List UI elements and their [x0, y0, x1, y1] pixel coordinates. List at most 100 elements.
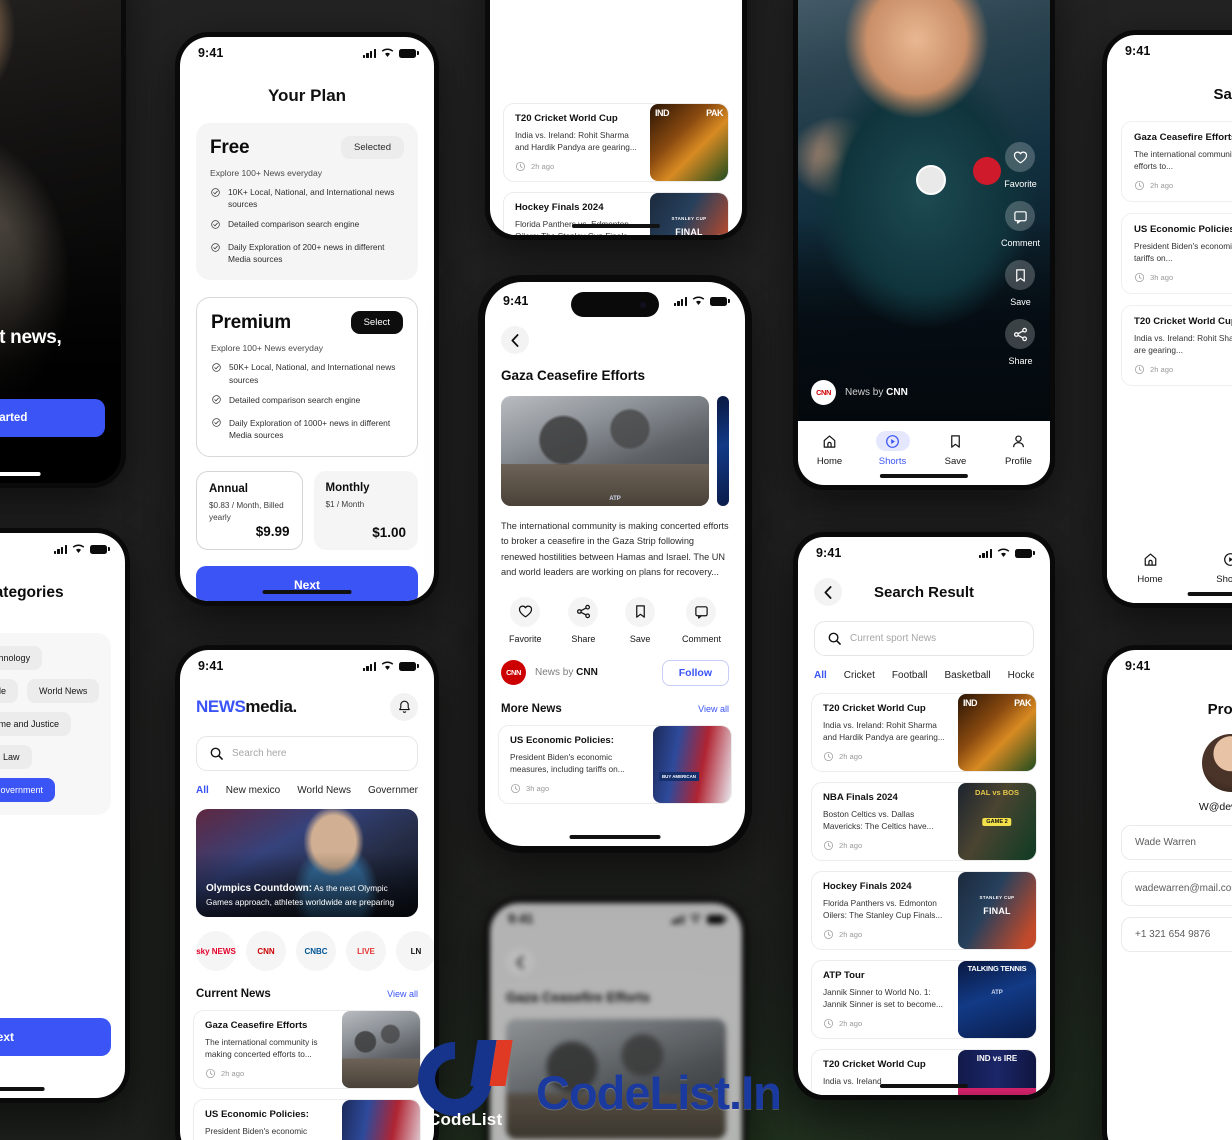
shorts-action-share[interactable]: Share: [1001, 319, 1040, 366]
check-circle-icon: [211, 417, 222, 431]
saved-item[interactable]: T20 Cricket World Cup India vs. Ireland: …: [1121, 304, 1232, 386]
signal-bars-icon: [362, 661, 376, 671]
status-bar: 9:41: [798, 537, 1050, 562]
tab-shorts[interactable]: Shorts: [1213, 549, 1232, 585]
tab-save[interactable]: Save: [939, 431, 973, 467]
news-item[interactable]: Gaza Ceasefire Efforts The international …: [193, 1010, 421, 1089]
plan-card-header: Premium Select: [211, 311, 403, 335]
get-started-button[interactable]: Get started: [0, 399, 105, 437]
article-action-favorite[interactable]: Favorite: [509, 596, 542, 644]
follow-button[interactable]: Follow: [661, 659, 729, 686]
news-item[interactable]: US Economic Policies: President Biden's e…: [193, 1098, 421, 1140]
saved-item[interactable]: Gaza Ceasefire Efforts The international …: [1121, 121, 1232, 202]
saved-item[interactable]: US Economic Policies: President Biden's e…: [1121, 212, 1232, 294]
article-action-save[interactable]: Save: [625, 596, 656, 644]
action-icon-circle: [686, 596, 717, 627]
more-news-view-all[interactable]: View all: [698, 704, 729, 714]
search-filter[interactable]: Cricket: [844, 670, 875, 681]
home-filter[interactable]: Government: [368, 785, 418, 796]
status-time: 9:41: [1125, 659, 1151, 673]
search-input[interactable]: [232, 748, 404, 759]
search-box[interactable]: [196, 736, 418, 771]
news-list-screen: T20 Cricket World Cup India vs. Ireland: …: [490, 0, 742, 235]
profile-field-email[interactable]: wadewarren@mail.com: [1121, 871, 1232, 906]
plan-select-button[interactable]: Select: [350, 311, 403, 335]
news-item[interactable]: T20 Cricket World Cup India vs. Ireland: …: [811, 693, 1037, 772]
home-filter[interactable]: All: [196, 785, 209, 796]
shorts-action-rail: Favorite Comment Save Share: [1001, 142, 1040, 366]
shorts-action-save[interactable]: Save: [1001, 260, 1040, 307]
news-item-title: ATP Tour: [823, 969, 865, 981]
search-filter[interactable]: Basketball: [944, 670, 990, 681]
status-icons: [362, 661, 419, 671]
status-time: 9:41: [198, 659, 224, 673]
tab-shorts[interactable]: Shorts: [875, 431, 910, 467]
news-item[interactable]: Hockey Finals 2024Florida Panthers vs. E…: [811, 870, 1037, 950]
article-action-comment[interactable]: Comment: [682, 596, 721, 644]
article-title: Gaza Ceasefire Efforts: [506, 990, 651, 1005]
category-chip[interactable]: Technology: [0, 646, 43, 670]
tab-profile[interactable]: Profile: [1002, 431, 1036, 467]
shorts-screen: Favorite Comment Save Share CNN News by CNN…: [798, 0, 1050, 485]
category-chip[interactable]: Crime and Justice: [0, 712, 72, 736]
plan-next-button[interactable]: Next: [196, 565, 418, 601]
featured-story-card[interactable]: Olympics Countdown: As the next Olympic …: [196, 809, 418, 917]
search-input[interactable]: [850, 633, 1020, 644]
news-item[interactable]: ATP Tour Jannik Sinner to World No. 1: Ja…: [811, 959, 1037, 1039]
source-logo[interactable]: sky NEWS: [196, 931, 236, 971]
source-logo[interactable]: LIVE: [346, 931, 386, 971]
news-item[interactable]: T20 Cricket World CupIndia vs. Ireland2h…: [811, 1048, 1037, 1095]
source-logo[interactable]: CNBC: [296, 931, 336, 971]
search-filter[interactable]: All: [814, 670, 827, 681]
shorts-action-comment[interactable]: Comment: [1001, 201, 1040, 248]
profile-screen: 9:41 Profile W@dewarren Wade Warren wadew…: [1107, 650, 1232, 1140]
plan-card[interactable]: Free Selected Explore 100+ News everyday 10…: [196, 123, 418, 281]
shorts-video[interactable]: Favorite Comment Save Share CNN News by CNN: [798, 0, 1050, 421]
plan-select-button[interactable]: Selected: [341, 136, 404, 159]
tab-home[interactable]: Home: [1133, 549, 1167, 585]
news-item[interactable]: US Economic Policies: President Biden's e…: [498, 724, 732, 804]
news-item-desc: Boston Celtics vs. Dallas Mavericks: The…: [823, 808, 934, 832]
category-chip[interactable]: Lifestyle: [0, 679, 19, 703]
price-option[interactable]: Monthly $1 / Month $1.00: [313, 470, 418, 550]
price-option[interactable]: Annual $0.83 / Month, Billed yearly $9.99: [196, 470, 303, 550]
avatar[interactable]: [1202, 734, 1232, 792]
category-chip[interactable]: Government: [0, 778, 56, 802]
category-chip[interactable]: World News: [27, 679, 100, 703]
source-logo[interactable]: CNN: [246, 931, 286, 971]
profile-field-phone[interactable]: +1 321 654 9876: [1121, 917, 1232, 952]
search-box[interactable]: [814, 621, 1034, 656]
home-filter[interactable]: World News: [297, 785, 351, 796]
profile-field-full-name[interactable]: Wade Warren: [1121, 825, 1232, 860]
back-button[interactable]: [501, 326, 529, 354]
check-circle-icon: [210, 242, 221, 256]
home-filter[interactable]: New mexico: [226, 785, 280, 796]
plan-card[interactable]: Premium Select Explore 100+ News everyday 5…: [196, 297, 418, 457]
news-item-text: T20 Cricket World CupIndia vs. Ireland2h…: [823, 1059, 948, 1095]
article-hero-next-image[interactable]: [717, 396, 729, 506]
home-indicator: [879, 1084, 969, 1088]
news-item[interactable]: Hockey Finals 2024Florida Panthers vs. E…: [503, 191, 729, 235]
news-item-text: US Economic Policies: President Biden's e…: [510, 735, 643, 794]
tab-icon: [1213, 549, 1232, 569]
home-indicator: [571, 224, 661, 228]
current-news-view-all[interactable]: View all: [387, 989, 418, 999]
search-filter[interactable]: Football: [892, 670, 928, 681]
tab-icon: [875, 431, 910, 451]
status-time: 9:41: [816, 546, 842, 560]
search-filter[interactable]: Hockey: [1008, 670, 1034, 681]
news-item-time: 3h ago: [510, 783, 643, 794]
news-item[interactable]: NBA Finals 2024 Boston Celtics vs. Dallas…: [811, 781, 1037, 861]
tab-icon: [1133, 549, 1167, 569]
notification-button[interactable]: [390, 693, 418, 721]
article-hero-image[interactable]: [501, 396, 709, 506]
news-item[interactable]: T20 Cricket World Cup India vs. Ireland: …: [503, 103, 729, 182]
categories-next-button[interactable]: Next: [0, 1018, 111, 1056]
category-chip[interactable]: Law: [0, 745, 32, 769]
shorts-action-favorite[interactable]: Favorite: [1001, 142, 1040, 189]
tab-home[interactable]: Home: [813, 431, 847, 467]
news-item-desc: The international community is making co…: [205, 1037, 318, 1060]
article-action-share[interactable]: Share: [568, 596, 599, 644]
source-logo[interactable]: LN: [396, 931, 434, 971]
signal-bars-icon: [670, 914, 684, 924]
